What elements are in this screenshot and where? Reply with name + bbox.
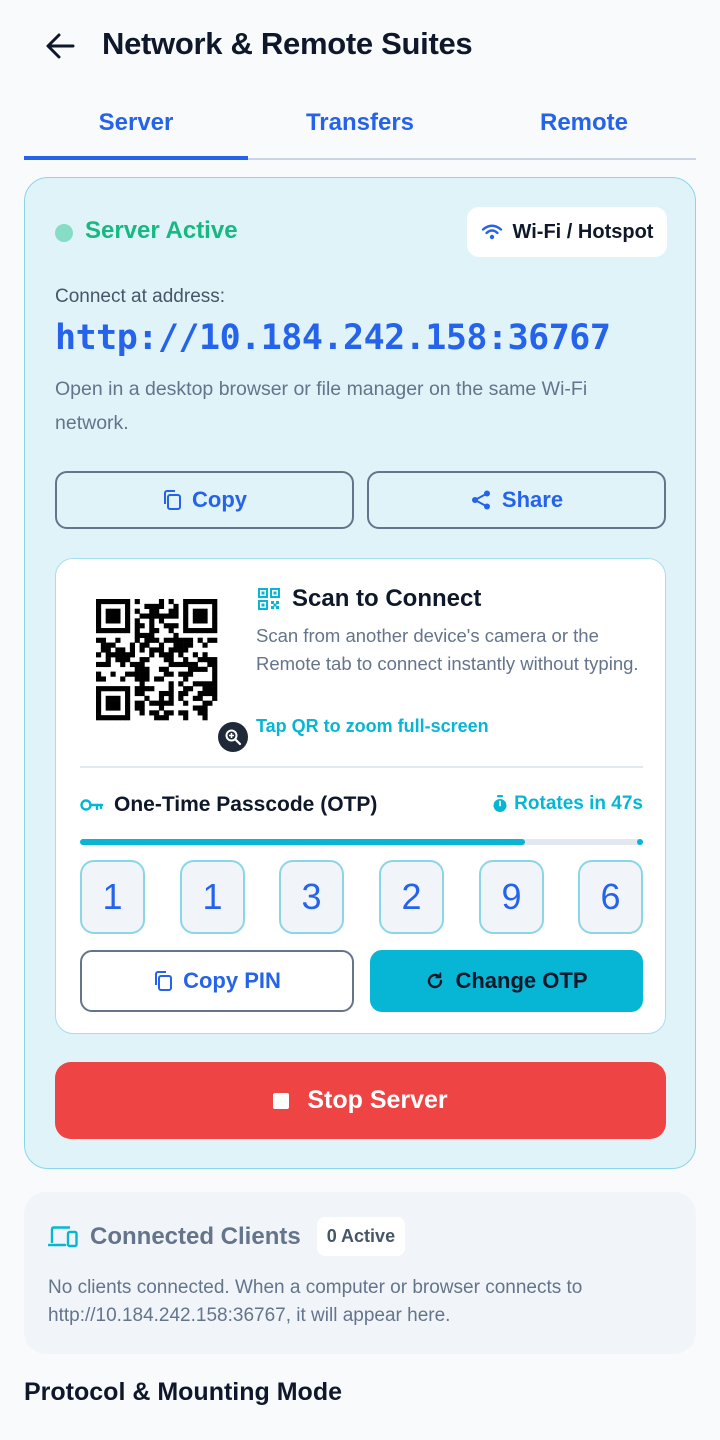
divider — [80, 766, 643, 768]
wifi-icon — [481, 224, 502, 240]
qr-scan-icon — [258, 588, 280, 610]
scan-title-row: Scan to Connect — [258, 585, 481, 613]
otp-digit: 3 — [279, 860, 344, 934]
otp-rotation-timer: Rotates in 47s — [492, 793, 643, 815]
share-address-button[interactable]: Share — [367, 471, 666, 529]
share-icon — [471, 490, 490, 510]
otp-title: One-Time Passcode (OTP) — [114, 793, 378, 816]
devices-icon — [48, 1225, 78, 1247]
stop-server-label: Stop Server — [307, 1086, 448, 1114]
copy-icon — [155, 971, 173, 991]
tab-transfers[interactable]: Transfers — [248, 100, 472, 158]
network-type-label: Wi-Fi / Hotspot — [512, 220, 654, 243]
server-card: Server Active Wi-Fi / Hotspot Connect at… — [24, 177, 696, 1169]
qr-code[interactable] — [80, 583, 248, 752]
change-otp-button[interactable]: Change OTP — [370, 950, 643, 1012]
otp-title-row: One-Time Passcode (OTP) — [80, 793, 377, 817]
connected-clients-card: Connected Clients 0 Active No clients co… — [24, 1192, 696, 1354]
copy-icon — [164, 490, 181, 510]
zoom-qr-link[interactable]: Tap QR to zoom full-screen — [256, 716, 489, 737]
page-title: Network & Remote Suites — [102, 26, 473, 61]
top-app-bar: Network & Remote Suites — [0, 0, 720, 90]
stop-server-button[interactable]: Stop Server — [55, 1062, 666, 1139]
otp-countdown-bar — [80, 839, 643, 845]
otp-digit: 9 — [479, 860, 544, 934]
active-clients-badge: 0 Active — [316, 1217, 406, 1256]
timer-icon — [493, 795, 507, 812]
scan-description: Scan from another device's camera or the… — [256, 625, 639, 674]
qr-connect-card: Scan to Connect Scan from another device… — [55, 558, 666, 1034]
clients-header: Connected Clients 0 Active — [48, 1217, 406, 1256]
otp-digit: 1 — [180, 860, 245, 934]
zoom-in-icon — [225, 729, 242, 746]
copy-address-button[interactable]: Copy — [55, 471, 354, 529]
server-status-text: Server Active — [85, 217, 238, 244]
change-otp-label: Change OTP — [455, 968, 588, 993]
copy-pin-label: Copy PIN — [183, 968, 281, 993]
refresh-icon — [428, 972, 443, 989]
otp-digit: 6 — [578, 860, 643, 934]
otp-countdown-end-dot — [637, 839, 643, 845]
back-button[interactable] — [40, 28, 80, 64]
otp-digit: 1 — [80, 860, 145, 934]
stop-icon — [273, 1092, 290, 1109]
tab-server[interactable]: Server — [24, 100, 248, 160]
server-address[interactable]: http://10.184.242.158:36767 — [55, 318, 611, 358]
otp-rotation-text: Rotates in 47s — [514, 793, 643, 814]
status-indicator-dot — [55, 224, 73, 242]
address-hint: Open in a desktop browser or file manage… — [55, 378, 588, 434]
otp-digit: 2 — [379, 860, 444, 934]
copy-pin-button[interactable]: Copy PIN — [80, 950, 354, 1012]
scan-title: Scan to Connect — [292, 585, 482, 612]
address-label: Connect at address: — [55, 286, 226, 307]
clients-empty-message: No clients connected. When a computer or… — [48, 1277, 583, 1326]
key-icon — [80, 799, 104, 811]
protocol-section-heading: Protocol & Mounting Mode — [24, 1378, 343, 1406]
copy-button-label: Copy — [192, 487, 247, 512]
tab-bar: Server Transfers Remote — [24, 100, 696, 160]
qr-code-image — [96, 599, 218, 721]
tab-remote[interactable]: Remote — [472, 100, 696, 158]
share-button-label: Share — [501, 487, 564, 512]
clients-title: Connected Clients — [90, 1222, 301, 1250]
otp-countdown-fill — [80, 839, 525, 845]
arrow-left-icon — [46, 33, 75, 59]
network-type-chip: Wi-Fi / Hotspot — [467, 207, 667, 257]
zoom-qr-button[interactable] — [218, 722, 248, 752]
